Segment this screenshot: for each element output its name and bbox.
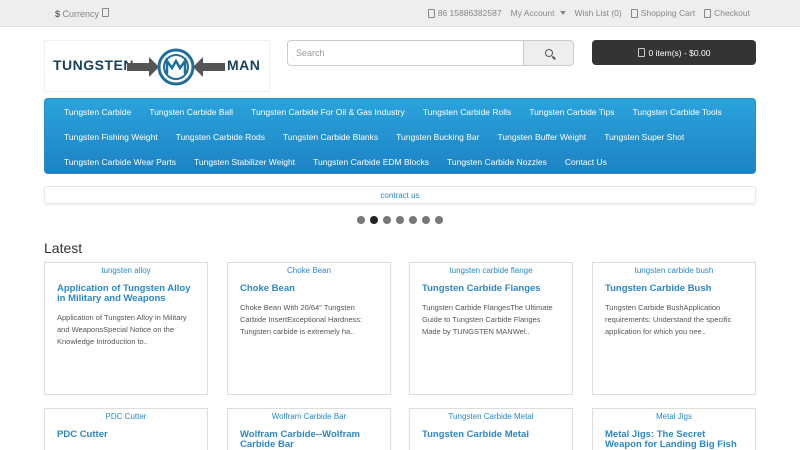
article-tag[interactable]: Metal Jigs xyxy=(593,409,755,425)
article-tag[interactable]: tungsten alloy xyxy=(45,263,207,279)
article-card[interactable]: tungsten carbide bush Tungsten Carbide B… xyxy=(592,262,756,395)
phone-link[interactable]: 86 15886382587 xyxy=(427,8,502,18)
search-icon xyxy=(544,49,553,57)
carousel-dot[interactable] xyxy=(370,216,378,224)
article-title[interactable]: Tungsten Carbide Flanges xyxy=(410,279,572,294)
menu-row: Tungsten Fishing Weight Tungsten Carbide… xyxy=(55,124,693,149)
article-card[interactable]: tungsten alloy Application of Tungsten A… xyxy=(44,262,208,395)
article-card[interactable]: Choke Bean Choke Bean Choke Bean With 20… xyxy=(227,262,391,395)
menu-item-fishing-weight[interactable]: Tungsten Fishing Weight xyxy=(55,132,167,142)
logo-emblem-icon xyxy=(127,48,225,86)
carousel-dot[interactable] xyxy=(383,216,391,224)
article-card[interactable]: tungsten carbide flange Tungsten Carbide… xyxy=(409,262,573,395)
checkout-icon xyxy=(704,8,712,18)
article-desc: The Evolution of PDC Cutters: How xyxy=(45,440,207,450)
article-tag[interactable]: Choke Bean xyxy=(228,263,390,279)
carousel-dot[interactable] xyxy=(357,216,365,224)
menu-item-contact-us[interactable]: Contact Us xyxy=(556,157,616,167)
cart-button[interactable]: 0 item(s) - $0.00 xyxy=(592,40,756,65)
carousel-dot[interactable] xyxy=(409,216,417,224)
menu-item-blanks[interactable]: Tungsten Carbide Blanks xyxy=(274,132,387,142)
carousel-dot[interactable] xyxy=(435,216,443,224)
article-desc: Application of Tungsten Alloy in Militar… xyxy=(57,313,187,346)
section-title: Latest xyxy=(44,240,83,256)
article-title[interactable]: Choke Bean xyxy=(228,279,390,294)
article-desc: Tungsten Carbide FlangesThe Ultimate Gui… xyxy=(422,303,553,336)
article-card[interactable]: Metal Jigs Metal Jigs: The Secret Weapon… xyxy=(592,408,756,450)
menu-item-nozzles[interactable]: Tungsten Carbide Nozzles xyxy=(438,157,556,167)
carousel-dot[interactable] xyxy=(422,216,430,224)
menu-row: Tungsten Carbide Wear Parts Tungsten Sta… xyxy=(55,149,616,174)
article-tag[interactable]: Wolfram Carbide Bar xyxy=(228,409,390,425)
search-input[interactable] xyxy=(287,40,524,66)
menu-item-super-shot[interactable]: Tungsten Super Shot xyxy=(595,132,693,142)
article-tag[interactable]: tungsten carbide flange xyxy=(410,263,572,279)
article-tag[interactable]: Tungsten Carbide Metal xyxy=(410,409,572,425)
article-title[interactable]: PDC Cutter xyxy=(45,425,207,440)
article-title[interactable]: Application of Tungsten Alloy in Militar… xyxy=(45,279,207,304)
logo-text-left: TUNGSTEN xyxy=(53,57,134,73)
carousel-dot[interactable] xyxy=(396,216,404,224)
article-card[interactable]: PDC Cutter PDC Cutter The Evolution of P… xyxy=(44,408,208,450)
main-menu: Tungsten Carbide Tungsten Carbide Ball T… xyxy=(44,98,756,174)
currency-symbol: $ xyxy=(55,9,61,19)
article-title[interactable]: Wolfram Carbide--Wolfram Carbide Bar xyxy=(228,425,390,450)
contract-us-link[interactable]: contract us xyxy=(44,186,756,204)
article-title[interactable]: Metal Jigs: The Secret Weapon for Landin… xyxy=(593,425,755,450)
my-account-dropdown[interactable]: My Account xyxy=(511,8,566,18)
carousel-dots xyxy=(357,216,443,224)
search-button[interactable] xyxy=(523,40,574,66)
checkout-link[interactable]: Checkout xyxy=(704,8,750,18)
menu-item-buffer-weight[interactable]: Tungsten Buffer Weight xyxy=(489,132,596,142)
cart-icon xyxy=(637,48,645,57)
article-desc: Tungsten Carbide Metal The Ultimate xyxy=(410,440,572,450)
search-bar xyxy=(287,40,574,66)
menu-item-tungsten-carbide-ball[interactable]: Tungsten Carbide Ball xyxy=(140,107,242,117)
article-card[interactable]: Tungsten Carbide Metal Tungsten Carbide … xyxy=(409,408,573,450)
menu-item-tungsten-carbide[interactable]: Tungsten Carbide xyxy=(55,107,140,117)
chevron-down-icon xyxy=(559,11,566,15)
wish-list-link[interactable]: Wish List (0) xyxy=(575,8,622,18)
article-card[interactable]: Wolfram Carbide Bar Wolfram Carbide--Wol… xyxy=(227,408,391,450)
top-bar: $ Currency 86 15886382587 My Account Wis… xyxy=(0,0,800,27)
menu-row: Tungsten Carbide Tungsten Carbide Ball T… xyxy=(55,99,731,124)
menu-item-bucking-bar[interactable]: Tungsten Bucking Bar xyxy=(387,132,488,142)
article-tag[interactable]: PDC Cutter xyxy=(45,409,207,425)
phone-icon xyxy=(427,8,435,18)
cart-icon xyxy=(630,8,638,18)
currency-dropdown[interactable]: $ Currency xyxy=(55,8,109,19)
article-desc: Tungsten Carbide BushApplication require… xyxy=(605,303,732,336)
article-title[interactable]: Tungsten Carbide Metal xyxy=(410,425,572,440)
menu-item-oil-gas[interactable]: Tungsten Carbide For Oil & Gas Industry xyxy=(242,107,414,117)
site-logo[interactable]: TUNGSTEN MAN xyxy=(44,40,270,92)
shopping-cart-link[interactable]: Shopping Cart xyxy=(630,8,695,18)
currency-label: Currency xyxy=(62,9,100,19)
caret-icon xyxy=(101,8,109,17)
menu-item-tools[interactable]: Tungsten Carbide Tools xyxy=(624,107,731,117)
cart-label: 0 item(s) - $0.00 xyxy=(648,47,711,58)
menu-item-rolls[interactable]: Tungsten Carbide Rolls xyxy=(414,107,521,117)
article-desc: Choke Bean With 20/64" Tungsten Carbide … xyxy=(240,303,363,336)
article-title[interactable]: Tungsten Carbide Bush xyxy=(593,279,755,294)
article-tag[interactable]: tungsten carbide bush xyxy=(593,263,755,279)
menu-item-rods[interactable]: Tungsten Carbide Rods xyxy=(167,132,274,142)
menu-item-stabilizer-weight[interactable]: Tungsten Stabilizer Weight xyxy=(185,157,304,167)
menu-item-tips[interactable]: Tungsten Carbide Tips xyxy=(520,107,623,117)
top-links: 86 15886382587 My Account Wish List (0) … xyxy=(427,8,750,18)
logo-text-right: MAN xyxy=(227,57,261,73)
menu-item-edm-blocks[interactable]: Tungsten Carbide EDM Blocks xyxy=(304,157,438,167)
menu-item-wear-parts[interactable]: Tungsten Carbide Wear Parts xyxy=(55,157,185,167)
